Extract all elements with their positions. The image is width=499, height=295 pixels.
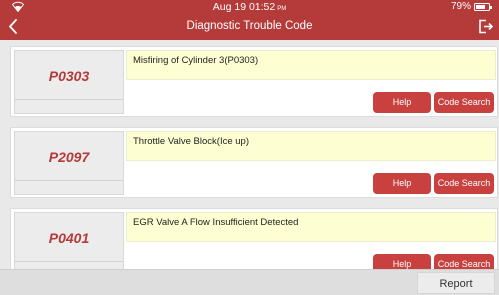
status-date: Aug 19 <box>212 1 247 13</box>
battery-fill <box>476 5 485 9</box>
divider <box>15 261 123 262</box>
divider <box>15 99 123 100</box>
code-search-button[interactable]: Code Search <box>434 92 494 113</box>
trouble-code: P0303 <box>48 68 90 84</box>
trouble-code-card: P0303 Misfiring of Cylinder 3(P0303) Hel… <box>10 46 498 117</box>
report-button[interactable]: Report <box>417 272 495 294</box>
status-datetime: Aug 19 01:52 PM <box>0 1 499 13</box>
trouble-code-card: P0401 EGR Valve A Flow Insufficient Dete… <box>10 208 498 269</box>
battery-icon <box>474 3 492 11</box>
code-description: EGR Valve A Flow Insufficient Detected <box>126 212 496 242</box>
help-button[interactable]: Help <box>373 254 431 269</box>
trouble-code-card: P2097 Throttle Valve Block(Ice up) Help … <box>10 127 498 198</box>
status-time: 01:52 <box>248 1 276 13</box>
trouble-code: P2097 <box>48 149 90 165</box>
divider <box>15 180 123 181</box>
status-ampm: PM <box>277 6 287 12</box>
trouble-code-list[interactable]: P0303 Misfiring of Cylinder 3(P0303) Hel… <box>10 46 498 269</box>
help-button[interactable]: Help <box>373 92 431 113</box>
bottom-bar: Report <box>0 269 499 295</box>
code-search-button[interactable]: Code Search <box>434 254 494 269</box>
status-bar: Aug 19 01:52 PM 79% <box>0 0 499 13</box>
code-box: P0401 <box>14 212 124 269</box>
code-box: P0303 <box>14 50 124 114</box>
battery-percent: 79% <box>450 1 471 12</box>
code-box: P2097 <box>14 131 124 195</box>
trouble-code: P0401 <box>48 230 90 246</box>
page-title: Diagnostic Trouble Code <box>186 20 313 32</box>
code-description: Misfiring of Cylinder 3(P0303) <box>126 50 496 80</box>
code-search-button[interactable]: Code Search <box>434 173 494 194</box>
exit-icon[interactable] <box>477 18 494 35</box>
code-description: Throttle Valve Block(Ice up) <box>126 131 496 161</box>
help-button[interactable]: Help <box>373 173 431 194</box>
title-bar: Diagnostic Trouble Code <box>0 13 499 40</box>
